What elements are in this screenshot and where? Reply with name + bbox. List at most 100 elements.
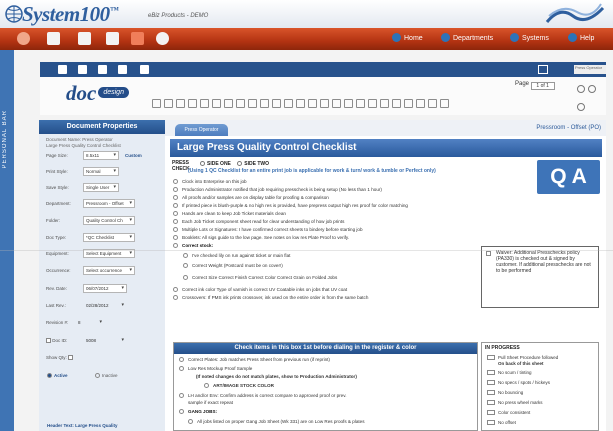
occurrence-select[interactable]: Select occurrence [83, 266, 135, 275]
signature-icon[interactable] [344, 99, 353, 108]
checklist-item[interactable]: Clock into Enterprise on this job [173, 179, 247, 185]
checkmark-icon[interactable] [404, 99, 413, 108]
checklist-item[interactable]: Booklets: All sigs guide to the low page… [173, 235, 349, 241]
align-center-icon[interactable] [200, 99, 209, 108]
nav-systems[interactable]: Systems [510, 33, 549, 42]
refresh-icon[interactable] [577, 103, 585, 111]
item-radio[interactable] [173, 219, 178, 224]
image-icon[interactable] [260, 99, 269, 108]
item-radio[interactable] [179, 357, 184, 362]
new-doc-icon[interactable] [58, 65, 67, 74]
document-icon[interactable] [106, 32, 119, 45]
print-style-select[interactable]: Normal [83, 167, 119, 176]
item-radio[interactable] [173, 287, 178, 292]
highlight-item[interactable]: Low Res Mockup Proof Sample [179, 366, 252, 372]
prev-page-icon[interactable] [577, 85, 585, 93]
highlight-options[interactable]: ART/IMAGE STOCK COLOR [204, 383, 274, 389]
inactive-radio[interactable]: Inactive [95, 373, 118, 378]
checklist-item[interactable]: Crossovers: If PMS ink prints crossover,… [173, 295, 368, 301]
checklist-item[interactable]: If printed piece is blush-purple & no hi… [173, 203, 408, 209]
radio-icon[interactable] [284, 99, 293, 108]
gear-icon[interactable] [156, 32, 169, 45]
box-icon[interactable] [416, 99, 425, 108]
paste-icon[interactable] [176, 99, 185, 108]
highlight-item[interactable]: LH and/or Env: Confirm address is correc… [179, 393, 346, 399]
checklist-subitem[interactable]: I've checked lily on run against ticket … [183, 253, 290, 259]
header-text-link[interactable]: Header Text: Large Press Quality [47, 423, 117, 428]
open-doc-icon[interactable] [78, 65, 87, 74]
doc-type-select[interactable]: *QC Checklist [83, 233, 135, 242]
item-radio[interactable] [173, 243, 178, 248]
list-icon[interactable] [332, 99, 341, 108]
in-progress-item[interactable]: No scum / tinting [487, 370, 532, 376]
show-qty-checkbox[interactable] [68, 355, 74, 360]
checklist-item[interactable]: Correct ink color Type of varnish is cor… [173, 287, 347, 293]
clock-icon[interactable] [272, 99, 281, 108]
bold-icon[interactable] [320, 99, 329, 108]
copy-doc-icon[interactable] [118, 65, 127, 74]
nav-help[interactable]: Help [568, 33, 594, 42]
in-progress-item[interactable]: Color consistent [487, 410, 530, 416]
waiver-box[interactable]: Waiver: Additional Presschecks policy (P… [481, 246, 599, 308]
in-progress-item[interactable]: No bouncing [487, 390, 523, 396]
checkbox-icon[interactable] [296, 99, 305, 108]
delete-icon[interactable] [224, 99, 233, 108]
in-progress-item[interactable]: No offset [487, 420, 516, 426]
align-right-icon[interactable] [212, 99, 221, 108]
item-radio[interactable] [173, 187, 178, 192]
item-radio[interactable] [179, 393, 184, 398]
table-icon[interactable] [236, 99, 245, 108]
active-radio[interactable]: Active [47, 373, 68, 378]
waiver-checkbox[interactable] [486, 251, 491, 256]
item-radio[interactable] [188, 419, 193, 424]
cut-icon[interactable] [152, 99, 161, 108]
in-progress-item[interactable]: No specs / spots / hickeys [487, 380, 550, 386]
side-one-radio[interactable] [200, 161, 205, 166]
tab-press-operator[interactable]: Press Operator [175, 124, 228, 136]
window-icon[interactable] [47, 32, 60, 45]
checklist-item[interactable]: Multiple Lots or Signatures: I have conf… [173, 227, 363, 233]
print-operator-field[interactable]: Press Operator [574, 65, 606, 74]
folder-select[interactable]: Quality Control Ch [83, 216, 135, 225]
item-radio[interactable] [173, 203, 178, 208]
item-radio[interactable] [183, 275, 188, 280]
item-checkbox[interactable] [487, 390, 495, 395]
grid-view-icon[interactable] [538, 65, 548, 74]
checklist-subitem[interactable]: Correct Weight (Postcard must be on cove… [183, 263, 283, 269]
page-size-select[interactable]: 8.5x11 [83, 151, 119, 160]
checklist-item[interactable]: Each Job Ticket component sheet read for… [173, 219, 344, 225]
checklist-item[interactable]: Correct stock: [173, 243, 213, 249]
page-number-field[interactable]: 1 of 1 [530, 82, 555, 90]
save-style-select[interactable]: Single User [83, 183, 119, 192]
checklist-item[interactable]: All proofs and/or samples are on display… [173, 195, 329, 201]
grid-icon[interactable] [308, 99, 317, 108]
item-checkbox[interactable] [487, 410, 495, 415]
item-radio[interactable] [179, 366, 184, 371]
pen-icon[interactable] [440, 99, 449, 108]
rev-date-field[interactable]: 06/07/2012 [83, 284, 127, 293]
highlight-item[interactable]: Correct Plates: Job matches Press Sheet … [179, 357, 330, 363]
personal-bar[interactable]: PERSONAL BAR [0, 50, 14, 431]
custom-link[interactable]: Custom [125, 153, 142, 158]
calendar-icon[interactable] [78, 32, 91, 45]
copy-icon[interactable] [164, 99, 173, 108]
item-radio[interactable] [173, 227, 178, 232]
print-doc-icon[interactable] [140, 65, 149, 74]
nav-departments[interactable]: Departments [441, 33, 493, 42]
save-doc-icon[interactable] [98, 65, 107, 74]
line-icon[interactable] [392, 99, 401, 108]
item-radio[interactable] [173, 179, 178, 184]
item-radio[interactable] [173, 295, 178, 300]
power-icon[interactable] [17, 32, 30, 45]
brush-icon[interactable] [428, 99, 437, 108]
checklist-subitem[interactable]: Correct Size Correct Finish Correct Colo… [183, 275, 337, 281]
item-checkbox[interactable] [487, 380, 495, 385]
side-two-radio[interactable] [237, 161, 243, 166]
item-radio[interactable] [183, 253, 188, 258]
field-icon[interactable] [248, 99, 257, 108]
app-logo[interactable]: System100™ [22, 2, 119, 27]
align-left-icon[interactable] [188, 99, 197, 108]
art-radio[interactable] [204, 383, 209, 388]
next-page-icon[interactable] [588, 85, 596, 93]
alert-icon[interactable] [131, 32, 144, 45]
